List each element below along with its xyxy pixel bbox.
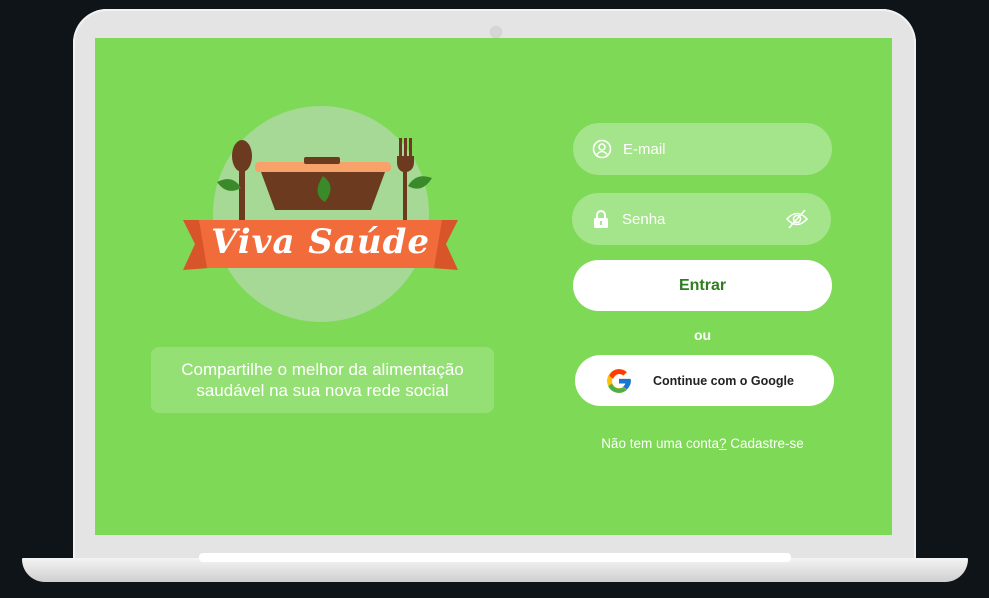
google-login-button[interactable]: Continue com o Google <box>575 355 834 406</box>
eye-slash-icon[interactable] <box>785 208 809 230</box>
tagline-line-1: Compartilhe o melhor da alimentação <box>181 360 464 379</box>
lock-icon <box>591 209 611 229</box>
google-icon <box>607 368 631 393</box>
signup-prompt: Não tem uma conta? Cadastre-se <box>573 436 832 451</box>
password-input[interactable] <box>620 209 774 229</box>
logo-text: Viva Saúde <box>210 222 431 262</box>
laptop-base-notch <box>199 553 791 562</box>
tagline: Compartilhe o melhor da alimentação saud… <box>151 347 494 413</box>
camera-icon <box>490 26 502 38</box>
tagline-line-2: saudável na sua nova rede social <box>196 381 449 400</box>
email-input[interactable] <box>621 139 775 159</box>
divider-text: ou <box>693 327 712 343</box>
signup-question-mark: ? <box>719 436 727 451</box>
signup-prefix: Não tem uma conta <box>601 436 719 451</box>
signup-link[interactable]: Cadastre-se <box>727 436 804 451</box>
google-button-label: Continue com o Google <box>653 373 794 388</box>
login-screen: Viva Saúde Compartilhe o melhor da alime… <box>95 38 892 535</box>
viva-saude-logo: Viva Saúde <box>183 102 458 326</box>
login-button[interactable]: Entrar <box>573 260 832 311</box>
user-circle-icon <box>592 139 612 159</box>
email-field[interactable] <box>573 123 832 175</box>
password-field[interactable] <box>572 193 831 245</box>
logo-illustration <box>183 106 458 322</box>
